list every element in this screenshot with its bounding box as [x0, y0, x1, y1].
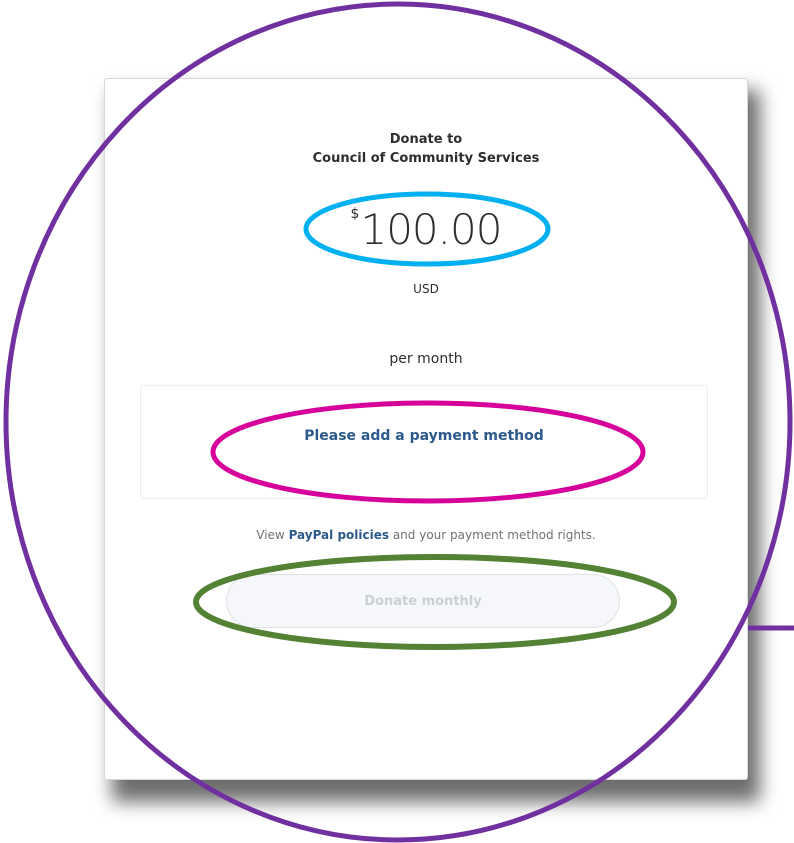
currency-code: USD — [413, 282, 439, 296]
paypal-policies-link[interactable]: PayPal policies — [289, 528, 389, 542]
donation-frequency: per month — [389, 351, 463, 367]
currency-symbol: $ — [350, 206, 360, 222]
donation-amount: $100.00 — [105, 203, 747, 266]
policies-notice: View PayPal policies and your payment me… — [105, 528, 747, 542]
amount-value: 100.00 — [360, 205, 502, 254]
payment-method-box: Please add a payment method — [140, 385, 708, 499]
policies-suffix: and your payment method rights. — [389, 528, 596, 542]
policies-prefix: View — [256, 528, 289, 542]
donate-monthly-button[interactable]: Donate monthly — [226, 574, 620, 628]
donate-to-label: Donate to — [389, 132, 463, 147]
donation-card: Donate to Council of Community Services … — [104, 78, 748, 780]
organization-name: Council of Community Services — [312, 151, 540, 166]
add-payment-method-link[interactable]: Please add a payment method — [141, 428, 707, 444]
